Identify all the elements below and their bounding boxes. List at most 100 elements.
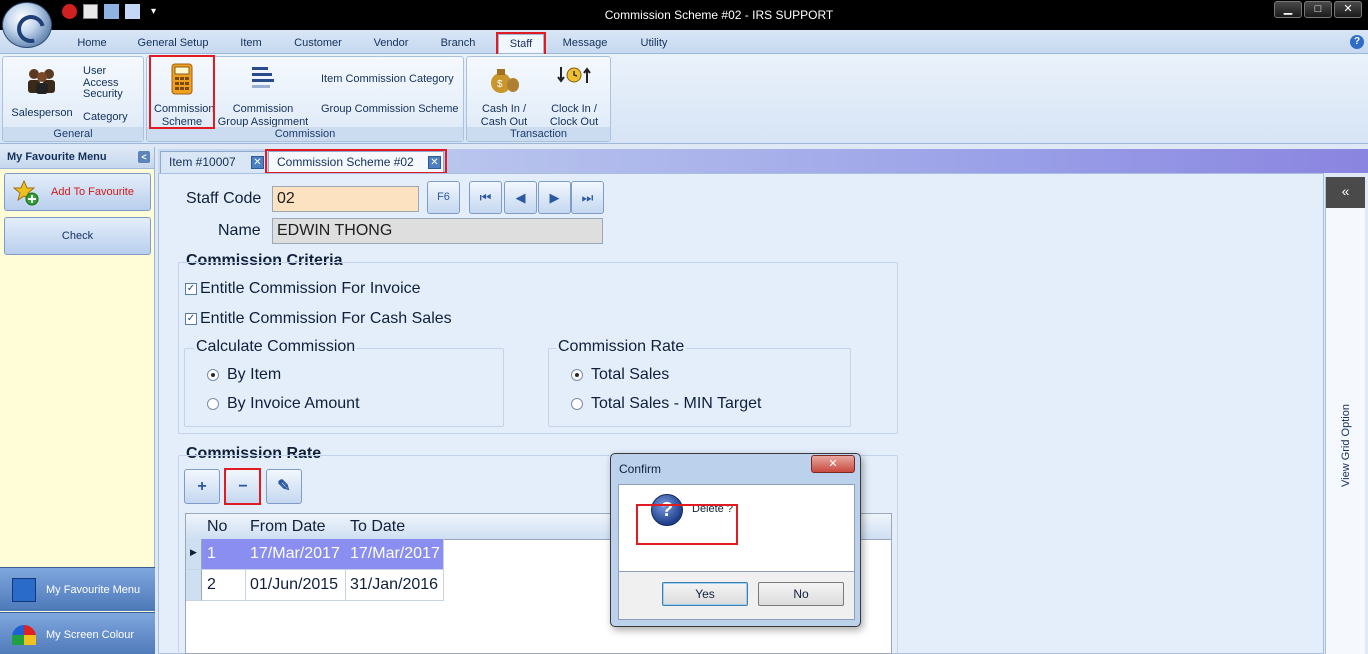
no-button[interactable]: No bbox=[758, 582, 844, 606]
calculate-commission-frame bbox=[184, 348, 504, 427]
cell-to-date[interactable]: 31/Jan/2016 bbox=[345, 570, 444, 601]
column-header-from-date[interactable]: From Date bbox=[245, 514, 346, 540]
commission-group-assignment-button[interactable]: Commission Group Assignment bbox=[217, 63, 309, 129]
first-record-button[interactable]: ⏮ bbox=[469, 181, 502, 214]
column-header-to-date[interactable]: To Date bbox=[345, 514, 444, 540]
title-bar: ▾ Commission Scheme #02 - IRS SUPPORT ▁ … bbox=[0, 0, 1368, 30]
salesperson-button[interactable]: Salesperson bbox=[7, 65, 77, 120]
last-record-button[interactable]: ⏭ bbox=[571, 181, 604, 214]
yes-button[interactable]: Yes bbox=[662, 582, 748, 606]
ribbon-group-general: Salesperson User Access Security Categor… bbox=[2, 56, 144, 142]
entitle-cash-sales-label: Entitle Commission For Cash Sales bbox=[200, 310, 452, 327]
collapse-icon[interactable]: < bbox=[138, 151, 150, 163]
cell-from-date[interactable]: 01/Jun/2015 bbox=[245, 570, 346, 601]
row-indicator: ▶ bbox=[186, 539, 202, 570]
dialog-footer: Yes No bbox=[618, 572, 855, 620]
next-record-button[interactable]: ▶ bbox=[538, 181, 571, 214]
app-menu-button[interactable] bbox=[2, 2, 52, 48]
window-title: Commission Scheme #02 - IRS SUPPORT bbox=[604, 8, 834, 22]
edit-row-button[interactable]: ✎ bbox=[266, 469, 302, 504]
clock-in-out-button[interactable]: Clock In / Clock Out bbox=[541, 63, 607, 129]
group-label-transaction: Transaction bbox=[467, 127, 610, 141]
check-button[interactable]: Check bbox=[4, 217, 151, 255]
favourite-panel: My Favourite Menu < Add To Favourite Che… bbox=[0, 147, 155, 654]
people-icon bbox=[28, 69, 55, 94]
tab-home[interactable]: Home bbox=[70, 34, 114, 53]
group-label-commission: Commission bbox=[147, 127, 463, 141]
plus-icon: + bbox=[197, 478, 207, 495]
total-sales-label: Total Sales bbox=[591, 366, 670, 383]
total-sales-min-label: Total Sales - MIN Target bbox=[591, 395, 762, 412]
close-button[interactable]: ✕ bbox=[1334, 1, 1362, 18]
calculate-commission-title: Calculate Commission bbox=[194, 338, 358, 356]
name-input[interactable] bbox=[272, 218, 603, 244]
first-icon: ⏮ bbox=[479, 190, 492, 205]
maximize-button[interactable]: □ bbox=[1304, 1, 1332, 18]
by-invoice-amount-label: By Invoice Amount bbox=[227, 395, 360, 412]
last-icon: ⏭ bbox=[581, 190, 594, 205]
tab-utility[interactable]: Utility bbox=[634, 34, 674, 53]
add-to-favourite-button[interactable]: Add To Favourite bbox=[4, 173, 151, 211]
highlight-delete-message bbox=[636, 504, 738, 545]
staff-code-input[interactable] bbox=[272, 186, 419, 212]
group-commission-scheme-button[interactable]: Group Commission Scheme bbox=[321, 103, 459, 115]
user-access-button[interactable]: User Access bbox=[83, 65, 143, 89]
total-sales-min-radio[interactable] bbox=[571, 398, 583, 410]
cell-no[interactable]: 2 bbox=[202, 570, 246, 601]
minimize-button[interactable]: ▁ bbox=[1274, 1, 1302, 18]
f6-lookup-button[interactable]: F6 bbox=[427, 181, 460, 214]
next-icon: ▶ bbox=[549, 190, 560, 205]
cell-from-date[interactable]: 17/Mar/2017 bbox=[245, 539, 346, 570]
group-label-general: General bbox=[3, 127, 143, 141]
commission-rate-option-title: Commission Rate bbox=[556, 338, 687, 356]
colour-palette-icon bbox=[12, 625, 36, 645]
clock-icon bbox=[557, 67, 591, 83]
tab-vendor[interactable]: Vendor bbox=[366, 34, 416, 53]
item-commission-category-button[interactable]: Item Commission Category bbox=[321, 73, 454, 85]
edit-icon: ✎ bbox=[277, 478, 291, 495]
dialog-close-button[interactable]: ✕ bbox=[811, 455, 855, 473]
add-row-button[interactable]: + bbox=[184, 469, 220, 504]
star-add-icon bbox=[13, 180, 39, 206]
highlight-staff-tab bbox=[496, 32, 546, 56]
entitle-invoice-checkbox[interactable]: ✓ bbox=[185, 283, 197, 295]
dialog-title: Confirm bbox=[619, 462, 662, 476]
tab-general-setup[interactable]: General Setup bbox=[134, 34, 212, 53]
cell-to-date[interactable]: 17/Mar/2017 bbox=[345, 539, 444, 570]
category-button[interactable]: Category bbox=[83, 111, 128, 123]
view-grid-option-label[interactable]: View Grid Option bbox=[1340, 404, 1352, 487]
commission-rate-frame bbox=[548, 348, 851, 427]
expand-panel-button[interactable]: « bbox=[1326, 177, 1365, 208]
grid-option-panel: « View Grid Option bbox=[1325, 177, 1365, 654]
cash-in-out-button[interactable]: $ Cash In / Cash Out bbox=[471, 63, 537, 129]
tab-message[interactable]: Message bbox=[560, 34, 610, 53]
ribbon-tab-row: Home General Setup Item Customer Vendor … bbox=[0, 30, 1368, 54]
by-item-label: By Item bbox=[227, 366, 282, 383]
total-sales-radio[interactable] bbox=[571, 369, 583, 381]
entitle-cash-sales-checkbox[interactable]: ✓ bbox=[185, 313, 197, 325]
highlight-commission-scheme bbox=[149, 55, 215, 129]
column-header-no[interactable]: No bbox=[202, 514, 246, 540]
highlight-doc-tab bbox=[265, 149, 447, 174]
close-tab-icon[interactable]: ✕ bbox=[251, 156, 264, 169]
nav-my-screen-colour[interactable]: My Screen Colour bbox=[0, 612, 155, 654]
doc-tab-item-10007[interactable]: Item #10007 ✕ bbox=[160, 151, 266, 173]
by-invoice-amount-radio[interactable] bbox=[207, 398, 219, 410]
tab-item[interactable]: Item bbox=[232, 34, 270, 53]
prev-icon: ◀ bbox=[515, 190, 526, 205]
tab-branch[interactable]: Branch bbox=[436, 34, 480, 53]
money-bag-icon: $ bbox=[491, 69, 519, 93]
ribbon-group-transaction: $ Cash In / Cash Out Clock In / Clock Ou… bbox=[466, 56, 611, 142]
grid-corner bbox=[186, 514, 203, 540]
help-icon[interactable]: ? bbox=[1350, 35, 1364, 49]
staff-code-label: Staff Code bbox=[186, 190, 262, 207]
by-item-radio[interactable] bbox=[207, 369, 219, 381]
security-button[interactable]: Security bbox=[83, 88, 123, 100]
prev-record-button[interactable]: ◀ bbox=[504, 181, 537, 214]
cell-no[interactable]: 1 bbox=[202, 539, 246, 570]
nav-my-favourite-menu[interactable]: My Favourite Menu bbox=[0, 567, 155, 611]
highlight-delete-button bbox=[224, 468, 261, 505]
tab-customer[interactable]: Customer bbox=[290, 34, 346, 53]
favourite-panel-header: My Favourite Menu < bbox=[0, 147, 154, 169]
row-indicator bbox=[186, 570, 202, 601]
